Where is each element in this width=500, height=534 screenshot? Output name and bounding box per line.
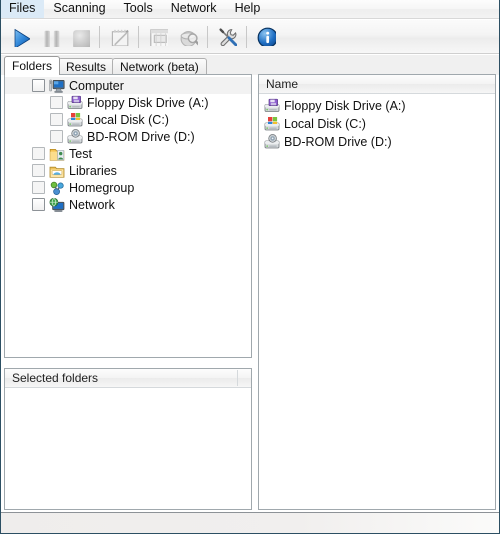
toolbar xyxy=(0,20,500,54)
tree-item-checkbox[interactable] xyxy=(50,130,63,143)
start-scan-button[interactable] xyxy=(5,22,35,52)
report-icon xyxy=(149,27,168,46)
tree-item-label: Local Disk (C:) xyxy=(87,112,169,127)
menu-tools[interactable]: Tools xyxy=(115,0,162,18)
selected-folders-column-label: Selected folders xyxy=(12,371,99,385)
tree-item-label: BD-ROM Drive (D:) xyxy=(87,129,195,144)
tree-item-label: Homegroup xyxy=(69,180,135,195)
play-icon xyxy=(10,27,30,47)
tree-item-homegroup[interactable]: Homegroup xyxy=(5,179,251,196)
stop-icon xyxy=(70,27,90,47)
bdrom-icon xyxy=(264,134,280,150)
floppy-icon xyxy=(264,98,280,114)
tree-item-checkbox[interactable] xyxy=(32,181,45,194)
menu-network[interactable]: Network xyxy=(162,0,226,18)
tree-item-checkbox[interactable] xyxy=(32,147,45,160)
tree-item-test[interactable]: Test xyxy=(5,145,251,162)
tree-item-bd-rom-drive-d[interactable]: BD-ROM Drive (D:) xyxy=(5,128,251,145)
selected-folders-panel: Selected folders xyxy=(4,368,252,510)
tree-item-checkbox[interactable] xyxy=(50,113,63,126)
tree-item-label: Test xyxy=(69,146,92,161)
tree-item-floppy-disk-drive-a[interactable]: Floppy Disk Drive (A:) xyxy=(5,94,251,111)
local-disk-icon xyxy=(264,116,280,132)
file-list-row-label: Local Disk (C:) xyxy=(284,117,366,131)
report-button xyxy=(143,22,173,52)
toolbar-separator-2 xyxy=(138,25,139,48)
tab-network[interactable]: Network (beta) xyxy=(112,58,207,75)
libraries-icon xyxy=(49,163,65,179)
tab-strip: Folders Results Network (beta) xyxy=(0,55,500,75)
folder-tree-panel: Computer Floppy Disk Drive (A:) Local Disk… xyxy=(4,74,252,358)
network-icon xyxy=(49,197,65,213)
tree-item-checkbox[interactable] xyxy=(32,164,45,177)
tree-item-checkbox[interactable] xyxy=(32,198,45,211)
menu-bar: Files Scanning Tools Network Help xyxy=(0,0,500,19)
name-column-label: Name xyxy=(266,77,299,91)
menu-help[interactable]: Help xyxy=(226,0,270,18)
file-list-row[interactable]: Floppy Disk Drive (A:) xyxy=(259,97,495,115)
status-bar xyxy=(0,512,500,534)
selected-folders-list xyxy=(5,388,251,391)
tree-item-label: Floppy Disk Drive (A:) xyxy=(87,95,209,110)
selected-folders-header[interactable]: Selected folders xyxy=(5,369,251,388)
bdrom-icon xyxy=(67,128,83,145)
tree-item-checkbox[interactable] xyxy=(32,79,45,92)
tree-item-label: Computer xyxy=(69,78,124,93)
settings-button[interactable] xyxy=(212,22,242,52)
notepad-icon xyxy=(110,27,129,46)
pause-icon xyxy=(40,27,60,47)
tree-item-local-disk-c[interactable]: Local Disk (C:) xyxy=(5,111,251,128)
computer-icon xyxy=(49,78,65,94)
toolbar-separator-1 xyxy=(99,25,100,48)
tree-item-libraries[interactable]: Libraries xyxy=(5,162,251,179)
tree-item-checkbox[interactable] xyxy=(50,96,63,109)
column-divider[interactable] xyxy=(237,370,238,386)
edit-notes-button xyxy=(104,22,134,52)
tree-item-network[interactable]: Network xyxy=(5,196,251,213)
info-icon xyxy=(257,27,276,46)
disk-search-icon xyxy=(179,27,198,46)
file-list-row-label: BD-ROM Drive (D:) xyxy=(284,135,392,149)
pause-scan-button xyxy=(35,22,65,52)
tab-results[interactable]: Results xyxy=(58,58,115,75)
find-button xyxy=(173,22,203,52)
tools-icon xyxy=(218,27,237,46)
homegroup-icon xyxy=(49,180,65,196)
file-list-panel: Name Floppy Disk Drive (A:) Local Disk (C… xyxy=(258,74,496,510)
file-list-row-label: Floppy Disk Drive (A:) xyxy=(284,99,406,113)
file-list-row[interactable]: Local Disk (C:) xyxy=(259,115,495,133)
menu-scanning[interactable]: Scanning xyxy=(44,0,114,18)
toolbar-separator-3 xyxy=(207,25,208,48)
file-list: Floppy Disk Drive (A:) Local Disk (C:) BD-… xyxy=(259,94,495,151)
user-folder-icon xyxy=(49,146,65,162)
about-button[interactable] xyxy=(251,22,281,52)
file-list-header[interactable]: Name xyxy=(259,75,495,94)
local-disk-icon xyxy=(67,112,83,128)
toolbar-separator-4 xyxy=(246,25,247,48)
floppy-icon xyxy=(67,95,83,111)
tab-folders[interactable]: Folders xyxy=(4,56,61,75)
file-list-row[interactable]: BD-ROM Drive (D:) xyxy=(259,133,495,151)
tree-item-label: Network xyxy=(69,197,115,212)
tree-item-computer[interactable]: Computer xyxy=(5,77,251,94)
menu-files[interactable]: Files xyxy=(0,0,45,18)
stop-scan-button xyxy=(65,22,95,52)
folder-tree: Computer Floppy Disk Drive (A:) Local Disk… xyxy=(5,75,251,213)
tree-item-label: Libraries xyxy=(69,163,117,178)
